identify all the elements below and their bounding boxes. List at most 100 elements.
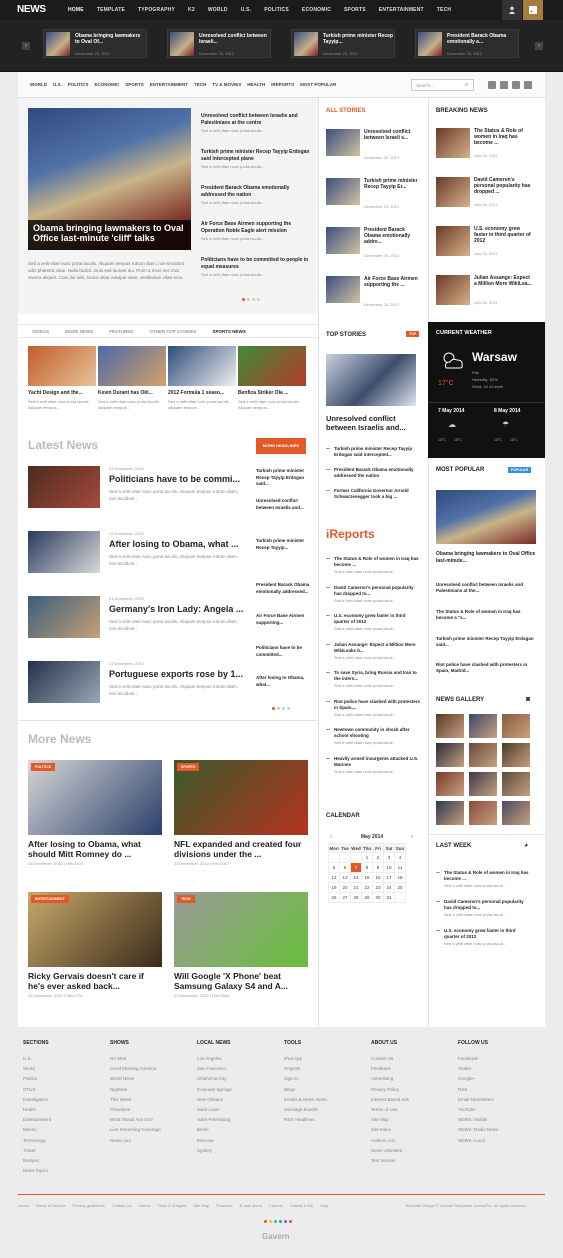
more-news-image[interactable]: POLITICS (28, 760, 162, 835)
calendar-next-icon[interactable]: › (411, 834, 413, 840)
footer-link[interactable]: Oklahoma City (197, 1074, 232, 1084)
footer-link[interactable]: Google+ (458, 1074, 498, 1084)
bottom-nav-link[interactable]: Contact Us (112, 1203, 132, 1208)
latest-image[interactable] (28, 466, 100, 508)
bottom-nav-link[interactable]: Privacy guidelines (72, 1203, 104, 1208)
footer-link[interactable]: Sydney (197, 1146, 232, 1156)
bottom-nav-link[interactable]: Terms of Service (36, 1203, 66, 1208)
bottom-nav-link[interactable]: Videos (139, 1203, 151, 1208)
more-news-image[interactable]: SPORTS (174, 760, 308, 835)
tab-item[interactable]: SPORTS NEWS (212, 329, 245, 334)
more-news-item[interactable]: POLITICS After losing to Obama, what shou… (28, 760, 162, 866)
ireport-title[interactable]: Heavily armed insurgents attacked U.S. M… (326, 756, 421, 768)
ireport-title[interactable]: Julian Assange: Expect a Million More Wi… (326, 642, 421, 654)
popular-item[interactable]: The Status & Role of women in Iraq has b… (436, 609, 536, 621)
tab-item[interactable]: MORE NEWS (65, 329, 93, 334)
footer-link[interactable]: What Would You Do? (110, 1115, 161, 1125)
footer-link[interactable]: Primetime (110, 1105, 161, 1115)
nav-item[interactable]: K2 (188, 7, 195, 13)
more-news-image[interactable]: ENTERTAINMENT (28, 892, 162, 967)
more-headline-item[interactable]: President Barack Obama emotionally addre… (256, 582, 310, 595)
more-headline-item[interactable]: After losing to Obama, what... (256, 675, 310, 688)
nav-item[interactable]: TECH (437, 7, 451, 13)
footer-link[interactable]: Technology (23, 1136, 51, 1146)
latest-image[interactable] (28, 531, 100, 573)
subnav-item[interactable]: TECH (194, 82, 206, 87)
category-tag[interactable]: SPORTS (177, 763, 200, 771)
ireport-title[interactable]: U.S. economy grew faster in third quarte… (326, 613, 421, 625)
calendar-day[interactable]: 18 (394, 872, 406, 883)
ireport-item[interactable]: David Cameron's personal popularity has … (326, 585, 421, 603)
ticker-title[interactable]: Unresolved conflict between Israeli... (199, 33, 269, 45)
ireport-title[interactable]: To save Syria, bring Russia and Iran to … (326, 670, 421, 682)
sports-title[interactable]: Kevin Durant has Okl... (98, 390, 166, 396)
gallery-thumb[interactable] (436, 714, 464, 738)
calendar-day[interactable]: 29 (361, 892, 373, 903)
calendar-day[interactable]: 4 (394, 852, 406, 863)
feat-list-title[interactable]: Politicians have to be committed to peop… (201, 257, 311, 270)
footer-link[interactable]: Money (23, 1125, 51, 1135)
all-stories-title[interactable]: President Barack Obama emotionally addre… (364, 227, 420, 245)
footer-link[interactable]: Facebook (458, 1054, 498, 1064)
more-headline-item[interactable]: Air Force Base Airmen supporting... (256, 613, 310, 626)
subnav-item[interactable]: HEALTH (247, 82, 265, 87)
footer-link[interactable]: Live Streaming Coverage (110, 1125, 161, 1135)
breaking-item[interactable]: U.S. economy grew faster in third quarte… (436, 226, 536, 258)
tab-item[interactable]: VIDEOS (32, 329, 49, 334)
gallery-thumb[interactable] (502, 801, 530, 825)
calendar-day[interactable]: 5 (328, 862, 340, 873)
footer-link[interactable]: Moscow (197, 1136, 232, 1146)
more-headline-item[interactable]: Turkish prime minister Recep Tayyip Erdo… (256, 468, 310, 488)
ticker-item[interactable]: Unresolved conflict between Israeli... De… (167, 29, 271, 58)
popular-item[interactable]: Riot police have clashed with protesters… (436, 662, 536, 674)
subnav-item[interactable]: MOST POPULAR (300, 82, 336, 87)
calendar-day[interactable]: 1 (361, 852, 373, 863)
more-headline-item[interactable]: Turkish prime minister Recep Tayyip... (256, 538, 310, 551)
bottom-nav-link[interactable]: E-mail alerts (240, 1203, 262, 1208)
calendar-day[interactable]: 22 (361, 882, 373, 893)
subnav-item[interactable]: TV & MOVIES (212, 82, 241, 87)
more-news-image[interactable]: TECH (174, 892, 308, 967)
search-icon[interactable]: ⌕ (465, 82, 468, 89)
calendar-day[interactable]: 20 (339, 882, 351, 893)
nav-item[interactable]: POLITICS (264, 7, 289, 13)
bottom-nav-link[interactable]: Careers (269, 1203, 283, 1208)
sports-item[interactable]: Benfica Striker Ola ... Sed a velit vitae… (238, 346, 306, 410)
breaking-item[interactable]: David Cameron's personal popularity has … (436, 177, 536, 209)
footer-link[interactable]: Politics (23, 1074, 51, 1084)
latest-item[interactable]: 23 December, 2012 Politicians have to be … (28, 466, 243, 516)
nav-item[interactable]: WORLD (208, 7, 228, 13)
sports-image[interactable] (28, 346, 96, 386)
footer-link[interactable]: Authors List (371, 1136, 409, 1146)
latest-title[interactable]: Portuguese exports rose by 1... (109, 669, 243, 679)
feat-list-item[interactable]: Turkish prime minister Recep Tayyip Erdo… (201, 149, 311, 169)
footer-link[interactable]: Nightline (110, 1085, 161, 1095)
calendar-day[interactable]: 7 (350, 862, 362, 873)
top-story-link[interactable]: Turkish prime minister Recep Tayyip Erdo… (326, 446, 421, 458)
sports-item[interactable]: 2012 Formula 1 seaso... Sed a velit vitae… (168, 346, 236, 410)
popular-image[interactable] (436, 490, 536, 544)
footer-link[interactable]: News Unlimited (371, 1146, 409, 1156)
footer-link[interactable]: Good Morning America (110, 1064, 161, 1074)
all-stories-title[interactable]: Air Force Base Airmen supporting the ... (364, 276, 420, 288)
subnav-item[interactable]: SPORTS (125, 82, 144, 87)
footer-link[interactable]: iPad App (284, 1054, 327, 1064)
footer-link[interactable]: Emails & News Alerts (284, 1095, 327, 1105)
ticker-next-button[interactable]: › (535, 42, 543, 50)
all-stories-item[interactable]: Air Force Base Airmen supporting the ...… (326, 276, 418, 308)
top-story-title[interactable]: Unresolved conflict between Israelis and… (326, 414, 416, 432)
latest-title[interactable]: Germany's Iron Lady: Angela ... (109, 604, 243, 614)
top-story-link[interactable]: President Barack Obama emotionally addre… (326, 467, 421, 479)
nav-item[interactable]: SPORTS (344, 7, 366, 13)
subnav-item[interactable]: POLITICS (68, 82, 89, 87)
last-week-title[interactable]: David Cameron's personal popularity has … (436, 899, 531, 911)
footer-link[interactable]: Sign In (284, 1074, 327, 1084)
googleplus-icon[interactable] (524, 81, 532, 89)
calendar-day[interactable]: 9 (372, 862, 384, 873)
latest-item[interactable]: 23 December, 2012 After losing to Obama, … (28, 531, 243, 581)
latest-title[interactable]: After losing to Obama, what ... (109, 539, 239, 549)
calendar-day[interactable]: 25 (394, 882, 406, 893)
gallery-thumb[interactable] (469, 743, 497, 767)
ireport-item[interactable]: Newtown community in shock after school … (326, 727, 421, 745)
all-stories-title[interactable]: Turkish prime minister Recep Tayyip Er..… (364, 178, 420, 190)
